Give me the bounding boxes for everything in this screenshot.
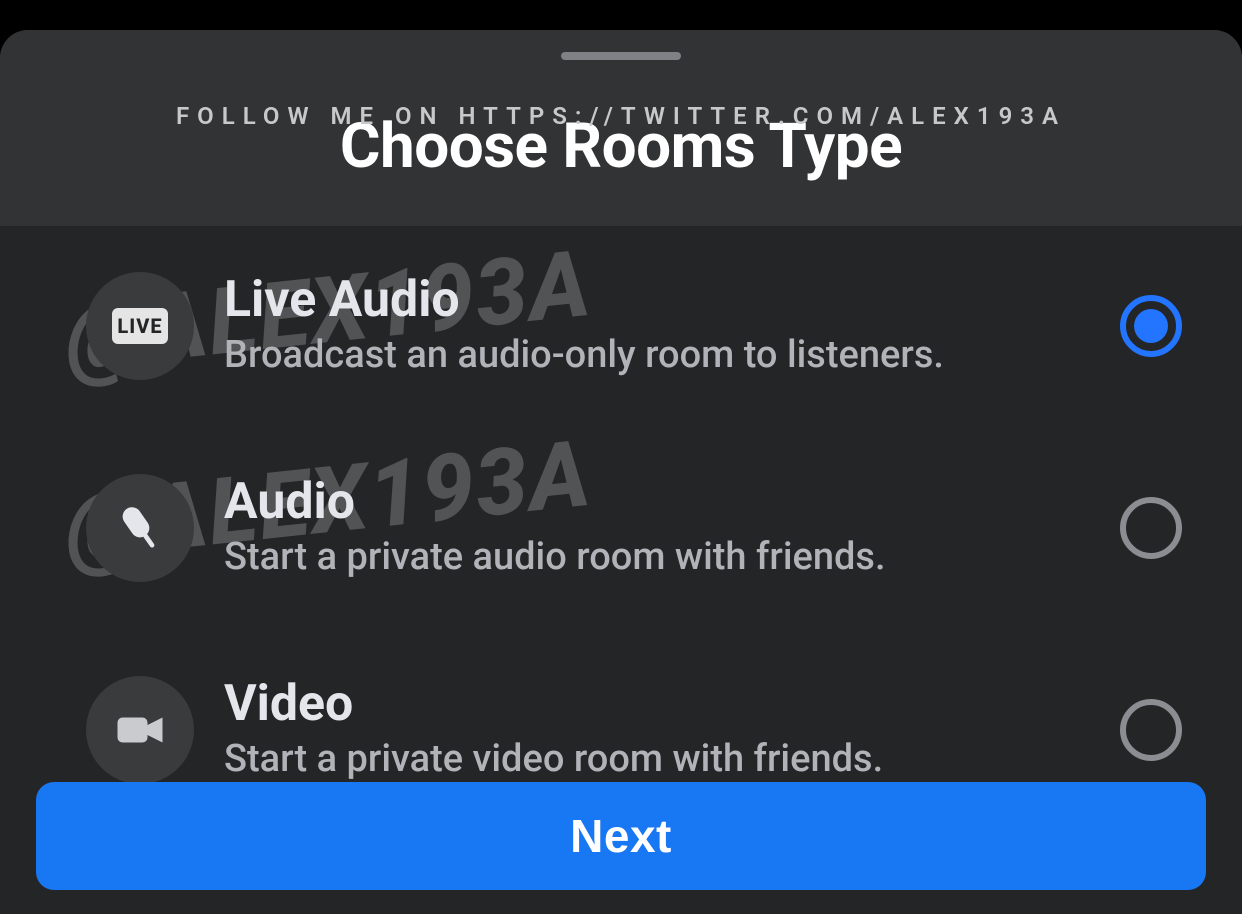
radio-audio[interactable] [1120, 497, 1182, 559]
option-live-audio[interactable]: LIVE Live Audio Broadcast an audio-only … [0, 246, 1242, 406]
live-badge: LIVE [112, 308, 168, 344]
radio-live-audio[interactable] [1120, 295, 1182, 357]
option-text: Audio Start a private audio room with fr… [224, 476, 1090, 580]
option-title: Audio [224, 476, 1090, 529]
option-audio[interactable]: Audio Start a private audio room with fr… [0, 448, 1242, 608]
option-title: Video [224, 678, 1090, 731]
option-subtitle: Start a private video room with friends. [224, 738, 1090, 782]
room-type-options: LIVE Live Audio Broadcast an audio-only … [0, 226, 1242, 810]
option-text: Live Audio Broadcast an audio-only room … [224, 274, 1090, 378]
microphone-icon [86, 474, 194, 582]
option-subtitle: Start a private audio room with friends. [224, 536, 1090, 580]
radio-video[interactable] [1120, 699, 1182, 761]
live-icon: LIVE [86, 272, 194, 380]
bottom-sheet: FOLLOW ME ON HTTPS://TWITTER.COM/ALEX193… [0, 30, 1242, 914]
option-title: Live Audio [224, 274, 1090, 327]
option-text: Video Start a private video room with fr… [224, 678, 1090, 782]
next-button[interactable]: Next [36, 782, 1206, 890]
sheet-title: Choose Rooms Type [340, 110, 902, 183]
option-subtitle: Broadcast an audio-only room to listener… [224, 334, 1090, 378]
grabber-handle[interactable] [561, 52, 681, 60]
video-camera-icon [86, 676, 194, 784]
sheet-header: FOLLOW ME ON HTTPS://TWITTER.COM/ALEX193… [0, 30, 1242, 226]
